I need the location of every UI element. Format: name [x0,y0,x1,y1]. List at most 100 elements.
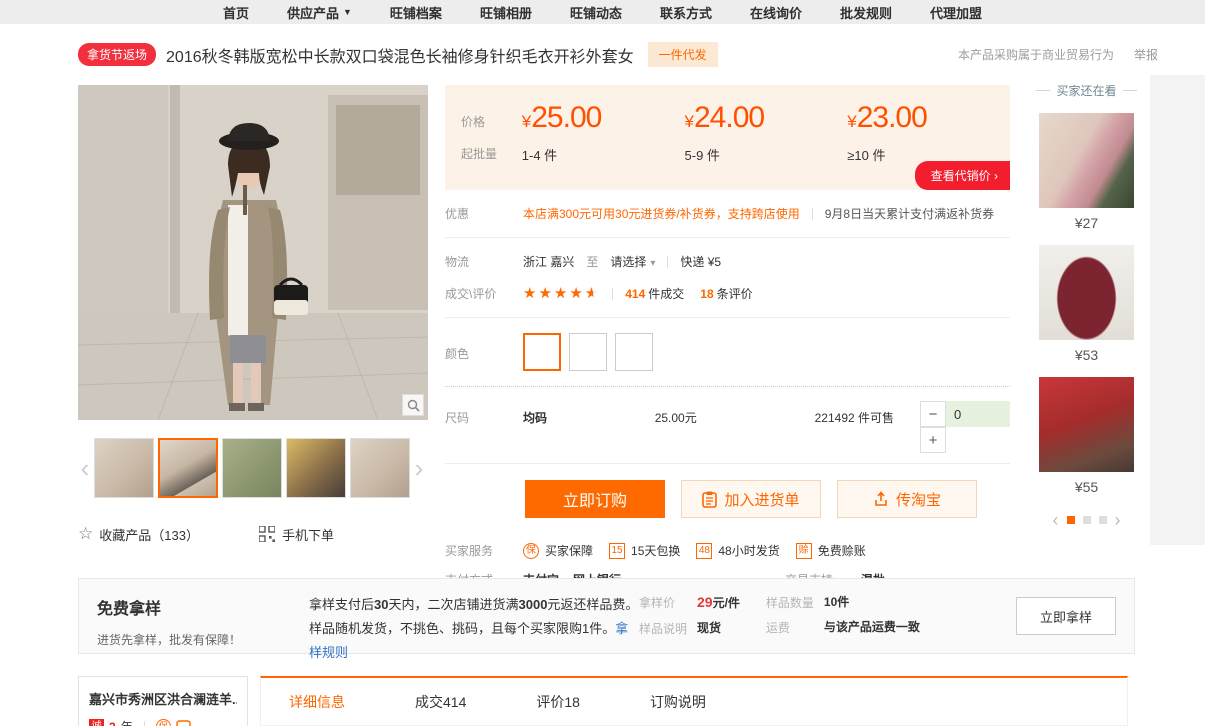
tab-deals[interactable]: 成交414 [415,692,466,712]
service-15day-exchange[interactable]: 15 15天包换 [609,542,680,559]
related-product-1[interactable]: ¥27 [1035,113,1138,231]
moq-tier-1: 1-4 件 [522,145,685,164]
service-guarantee[interactable]: 保 买家保障 [523,542,593,559]
size-row: 尺码 均码 25.00元 221492 件可售 − + [445,401,1010,453]
report-link[interactable]: 举报 [1134,46,1158,63]
review-count[interactable]: 18 [700,287,713,301]
nav-home[interactable]: 首页 [223,3,249,22]
thumbnail-5[interactable] [350,438,410,498]
moq-tier-2: 5-9 件 [685,145,848,164]
guarantee-icon: 保 [523,543,539,559]
related-product-3[interactable]: ¥55 [1035,377,1138,495]
favorite-button[interactable]: ☆ 收藏产品（133） [78,524,199,544]
pager-dot-2[interactable] [1083,516,1091,524]
color-label: 颜色 [445,333,523,362]
related-product-price: ¥53 [1035,347,1138,363]
nav-contact[interactable]: 联系方式 [660,3,712,22]
logistics-row: 物流 浙江 嘉兴 至 请选择▾ 快递 ¥5 [445,253,1010,270]
quantity-input[interactable] [946,401,1010,427]
nav-shop-updates[interactable]: 旺铺动态 [570,3,622,22]
unit-price: 25.00元 [655,401,815,426]
rating-stars: ★★★★★ ★★★★★ [523,286,600,301]
color-swatch-2[interactable] [569,333,607,371]
action-buttons: 立即订购 加入进货单 传淘宝 [525,480,1010,518]
title-bar: 拿货节返场 2016秋冬韩版宽松中长款双口袋混色长袖修身针织毛衣开衫外套女 一件… [78,42,1182,67]
quantity-increase-button[interactable]: + [920,427,946,453]
quantity-decrease-button[interactable]: − [920,401,946,427]
related-product-image[interactable] [1039,245,1134,340]
main-product-image[interactable] [78,85,428,420]
color-swatch-1-selected[interactable] [523,333,561,371]
clock-48-icon: 48 [696,543,712,559]
sample-price-label: 拿样价 [639,594,697,612]
thumbnail-1[interactable] [94,438,154,498]
thumbnail-2-selected[interactable] [158,438,218,498]
wangwang-chat-icon[interactable] [176,720,191,726]
detail-tabs: 详细信息 成交414 评价18 订购说明 [260,676,1128,726]
seller-name[interactable]: 嘉兴市秀洲区洪合澜涟羊... [89,689,237,708]
thumbnail-3[interactable] [222,438,282,498]
pager-dot-3[interactable] [1099,516,1107,524]
product-photo-illustration [78,85,428,420]
sample-desc-value: 现货 [697,620,721,637]
thumbs-prev-icon[interactable]: ‹ [78,455,92,481]
product-title: 2016秋冬韩版宽松中长款双口袋混色长袖修身针织毛衣开衫外套女 [166,43,634,67]
order-now-button[interactable]: 立即订购 [525,480,665,518]
price-label: 价格 [445,101,522,135]
stock-available: 221492 件可售 [815,401,920,426]
nav-agency[interactable]: 代理加盟 [930,3,982,22]
service-free-credit[interactable]: 赊 免费赊账 [796,542,866,559]
related-product-2[interactable]: ¥53 [1035,245,1138,363]
tab-reviews[interactable]: 评价18 [536,692,580,712]
promo-row: 优惠 本店满300元可用30元进货券/补货券，支持跨店使用 9月8日当天累计支付… [445,205,1010,222]
price-tier-3: ¥23.00 [847,101,1010,135]
deal-rating-row: 成交\评价 ★★★★★ ★★★★★ 414 件成交 18 条评价 [445,285,1010,302]
sample-qty-label: 样品数量 [766,594,824,611]
related-product-image[interactable] [1039,113,1134,208]
qr-code-icon [259,526,275,542]
divider [445,386,1010,387]
upload-icon [873,491,889,507]
destination-select[interactable]: 请选择▾ [610,253,655,270]
thumbs-next-icon[interactable]: › [412,455,426,481]
price-box: 价格 ¥25.00 ¥24.00 ¥23.00 起批量 1-4 件 5-9 件 … [445,85,1010,190]
magnifier-icon[interactable] [402,394,424,416]
pager-dot-1-active[interactable] [1067,516,1075,524]
divider [612,288,613,300]
promo-event-text: 9月8日当天累计支付满返补货券 [825,205,994,222]
add-to-purchase-list-button[interactable]: 加入进货单 [681,480,821,518]
mobile-order-button[interactable]: 手机下单 [259,525,334,544]
sidebar-title: 买家还在看 [1035,82,1138,99]
top-nav: 首页 供应产品▼ 旺铺档案 旺铺相册 旺铺动态 联系方式 在线询价 批发规则 代… [0,0,1205,24]
pager-prev-icon[interactable]: ‹ [1053,511,1059,529]
nav-shop-album[interactable]: 旺铺相册 [480,3,532,22]
sample-description: 拿样支付后30天内，二次店铺进货满3000元返还样品费。样品随机发货，不挑色、挑… [309,591,639,641]
trade-notice: 本产品采购属于商业贸易行为 [958,46,1114,63]
get-sample-button[interactable]: 立即拿样 [1016,597,1116,635]
divider [812,208,813,220]
nav-products[interactable]: 供应产品▼ [287,3,352,22]
push-to-taobao-button[interactable]: 传淘宝 [837,480,977,518]
color-swatch-3[interactable] [615,333,653,371]
sample-title: 免费拿样 [97,595,309,619]
page-gutter [1150,75,1205,545]
tab-order-notes[interactable]: 订购说明 [650,692,706,712]
nav-wholesale-rules[interactable]: 批发规则 [840,3,892,22]
promo-coupon-text: 本店满300元可用30元进货券/补货券，支持跨店使用 [523,205,800,222]
related-product-image[interactable] [1039,377,1134,472]
chevron-down-icon: ▼ [343,7,352,17]
nav-inquiry[interactable]: 在线询价 [750,3,802,22]
tab-detail-info[interactable]: 详细信息 [289,692,345,712]
service-48h-shipping[interactable]: 48 48小时发货 [696,542,779,559]
offer-panel: 价格 ¥25.00 ¥24.00 ¥23.00 起批量 1-4 件 5-9 件 … [445,85,1010,588]
thumbnail-4[interactable] [286,438,346,498]
integrity-badge-icon: 诚 [89,719,104,726]
price-tier-1: ¥25.00 [522,101,685,135]
sample-desc-label: 样品说明 [639,620,697,637]
event-badge[interactable]: 拿货节返场 [78,43,156,66]
nav-shop-profile[interactable]: 旺铺档案 [390,3,442,22]
view-consign-price-button[interactable]: 查看代销价 › [915,161,1010,190]
pager-next-icon[interactable]: › [1115,511,1121,529]
buyer-services-row: 买家服务 保 买家保障 15 15天包换 48 48小时发货 赊 免费赊账 [445,542,1010,559]
deal-count[interactable]: 414 [625,287,645,301]
